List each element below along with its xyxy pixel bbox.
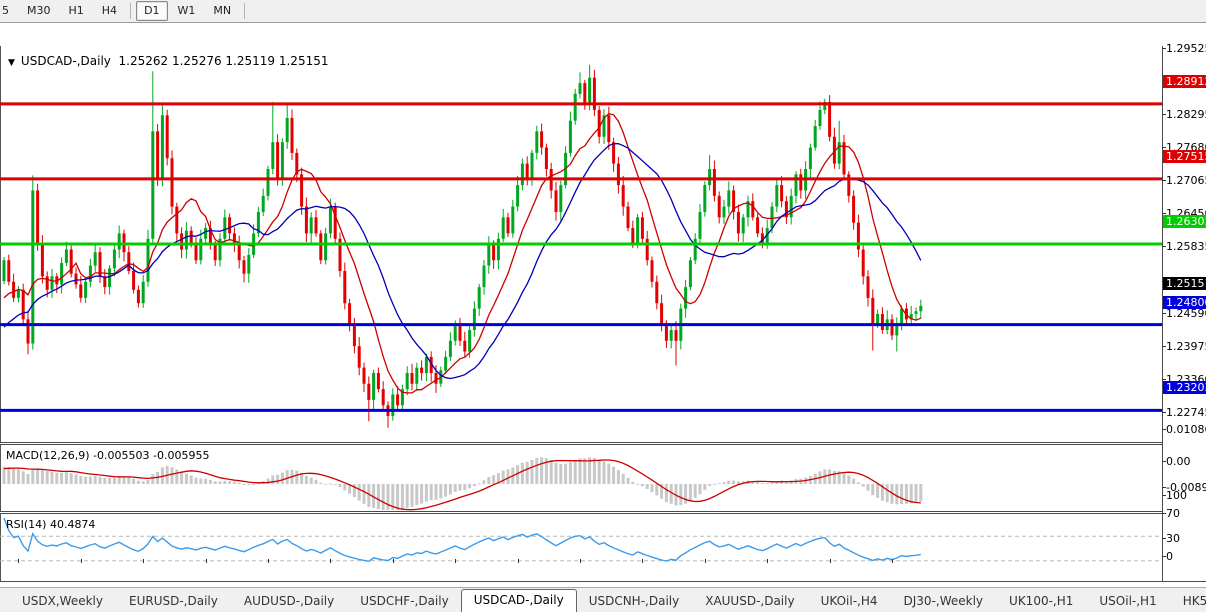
- symbol-tab-xauusd[interactable]: XAUUSD-,Daily: [693, 591, 806, 612]
- rsi-pane-canvas[interactable]: [0, 515, 1162, 581]
- symbol-tab-eurusd[interactable]: EURUSD-,Daily: [117, 591, 230, 612]
- timeframe-button-w1[interactable]: W1: [170, 1, 204, 21]
- date-tick-mark: [393, 559, 394, 563]
- macd-indicator-label: MACD(12,26,9) -0.005503 -0.005955: [6, 449, 210, 462]
- pane-splitter[interactable]: [0, 511, 1206, 514]
- price-axis-tick-label: 1.22745: [1166, 406, 1206, 419]
- toolbar-separator: [130, 3, 132, 19]
- rsi-line: [3, 517, 921, 563]
- date-tick-mark: [580, 559, 581, 563]
- price-level-badge: 1.24800: [1163, 296, 1206, 309]
- price-level-badge: 1.25151: [1163, 277, 1206, 290]
- symbol-tab-bar: USDX,Weekly EURUSD-,Daily AUDUSD-,Daily USD…: [0, 587, 1206, 612]
- symbol-tab-dj30[interactable]: DJ30-,Weekly: [892, 591, 996, 612]
- chart-title-symbol: USDCAD-,Daily: [20, 54, 111, 68]
- symbol-tab-usoil[interactable]: USOil-,H1: [1087, 591, 1168, 612]
- toolbar-separator: [244, 3, 246, 19]
- symbol-tab-usdcnh[interactable]: USDCNH-,Daily: [577, 591, 692, 612]
- date-tick-mark: [705, 559, 706, 563]
- trading-platform-window: 5 M30 H1 H4 D1 W1 MN ▼ USDCAD-,Daily 1.25262 1.…: [0, 0, 1206, 612]
- ma-fast-line: [3, 112, 922, 394]
- timeframe-toolbar: 5 M30 H1 H4 D1 W1 MN: [0, 0, 1206, 23]
- price-level-badge: 1.23203: [1163, 381, 1206, 394]
- timeframe-button-5[interactable]: 5: [0, 1, 17, 21]
- price-level-badge: 1.26303: [1163, 215, 1206, 228]
- price-level-badge: 1.28912: [1163, 75, 1206, 88]
- chart-title: ▼ USDCAD-,Daily 1.25262 1.25276 1.25119 1…: [8, 54, 328, 68]
- date-tick-mark: [830, 559, 831, 563]
- macd-histogram: [2, 457, 923, 510]
- date-tick-mark: [18, 559, 19, 563]
- rsi-indicator-label: RSI(14) 40.4874: [6, 518, 96, 531]
- pane-splitter[interactable]: [0, 442, 1206, 445]
- symbol-tab-usdchf[interactable]: USDCHF-,Daily: [348, 591, 460, 612]
- price-axis-tick-label: 1.27065: [1166, 174, 1206, 187]
- symbol-tab-ukoil[interactable]: UKOil-,H4: [809, 591, 890, 612]
- macd-axis-tick-label: 0.00: [1166, 455, 1191, 468]
- candlesticks: [2, 64, 923, 428]
- date-tick-mark: [518, 559, 519, 563]
- macd-signal-line: [3, 459, 921, 511]
- price-axis-tick-label: 1.23975: [1166, 340, 1206, 353]
- price-axis-tick-label: 1.28295: [1166, 108, 1206, 121]
- rsi-axis-tick-label: 70: [1166, 507, 1180, 520]
- time-axis-line: [0, 581, 1206, 582]
- date-tick-mark: [206, 559, 207, 563]
- rsi-axis-tick-label: 100: [1166, 489, 1187, 502]
- price-axis-tick-label: 1.29525: [1166, 42, 1206, 55]
- date-tick-mark: [268, 559, 269, 563]
- symbol-tab-hk50[interactable]: HK50-,H1: [1171, 591, 1206, 612]
- timeframe-button-mn[interactable]: MN: [205, 1, 239, 21]
- chart-marker-icon: ▼: [8, 58, 15, 68]
- macd-axis-tick-label: 0.010869: [1166, 423, 1206, 436]
- price-chart-canvas[interactable]: [0, 46, 1162, 442]
- rsi-axis-tick-label: 0: [1166, 550, 1173, 563]
- price-level-badge: 1.27515: [1163, 150, 1206, 163]
- timeframe-button-h4[interactable]: H4: [94, 1, 125, 21]
- date-tick-mark: [767, 559, 768, 563]
- chart-title-ohlc: 1.25262 1.25276 1.25119 1.25151: [118, 54, 329, 68]
- price-axis-tick-label: 1.25835: [1166, 240, 1206, 253]
- date-tick-mark: [143, 559, 144, 563]
- symbol-tab-usdx[interactable]: USDX,Weekly: [10, 591, 115, 612]
- timeframe-button-m30[interactable]: M30: [19, 1, 59, 21]
- chart-window: ▼ USDCAD-,Daily 1.25262 1.25276 1.25119 1…: [0, 23, 1206, 607]
- date-tick-mark: [455, 559, 456, 563]
- date-tick-mark: [642, 559, 643, 563]
- timeframe-button-d1[interactable]: D1: [136, 1, 168, 21]
- symbol-tab-audusd[interactable]: AUDUSD-,Daily: [232, 591, 346, 612]
- date-tick-mark: [330, 559, 331, 563]
- date-tick-mark: [81, 559, 82, 563]
- symbol-tab-uk100[interactable]: UK100-,H1: [997, 591, 1085, 612]
- timeframe-button-h1[interactable]: H1: [61, 1, 92, 21]
- symbol-tab-usdcad[interactable]: USDCAD-,Daily: [460, 589, 577, 612]
- date-tick-mark: [892, 559, 893, 563]
- rsi-axis-tick-label: 30: [1166, 532, 1180, 545]
